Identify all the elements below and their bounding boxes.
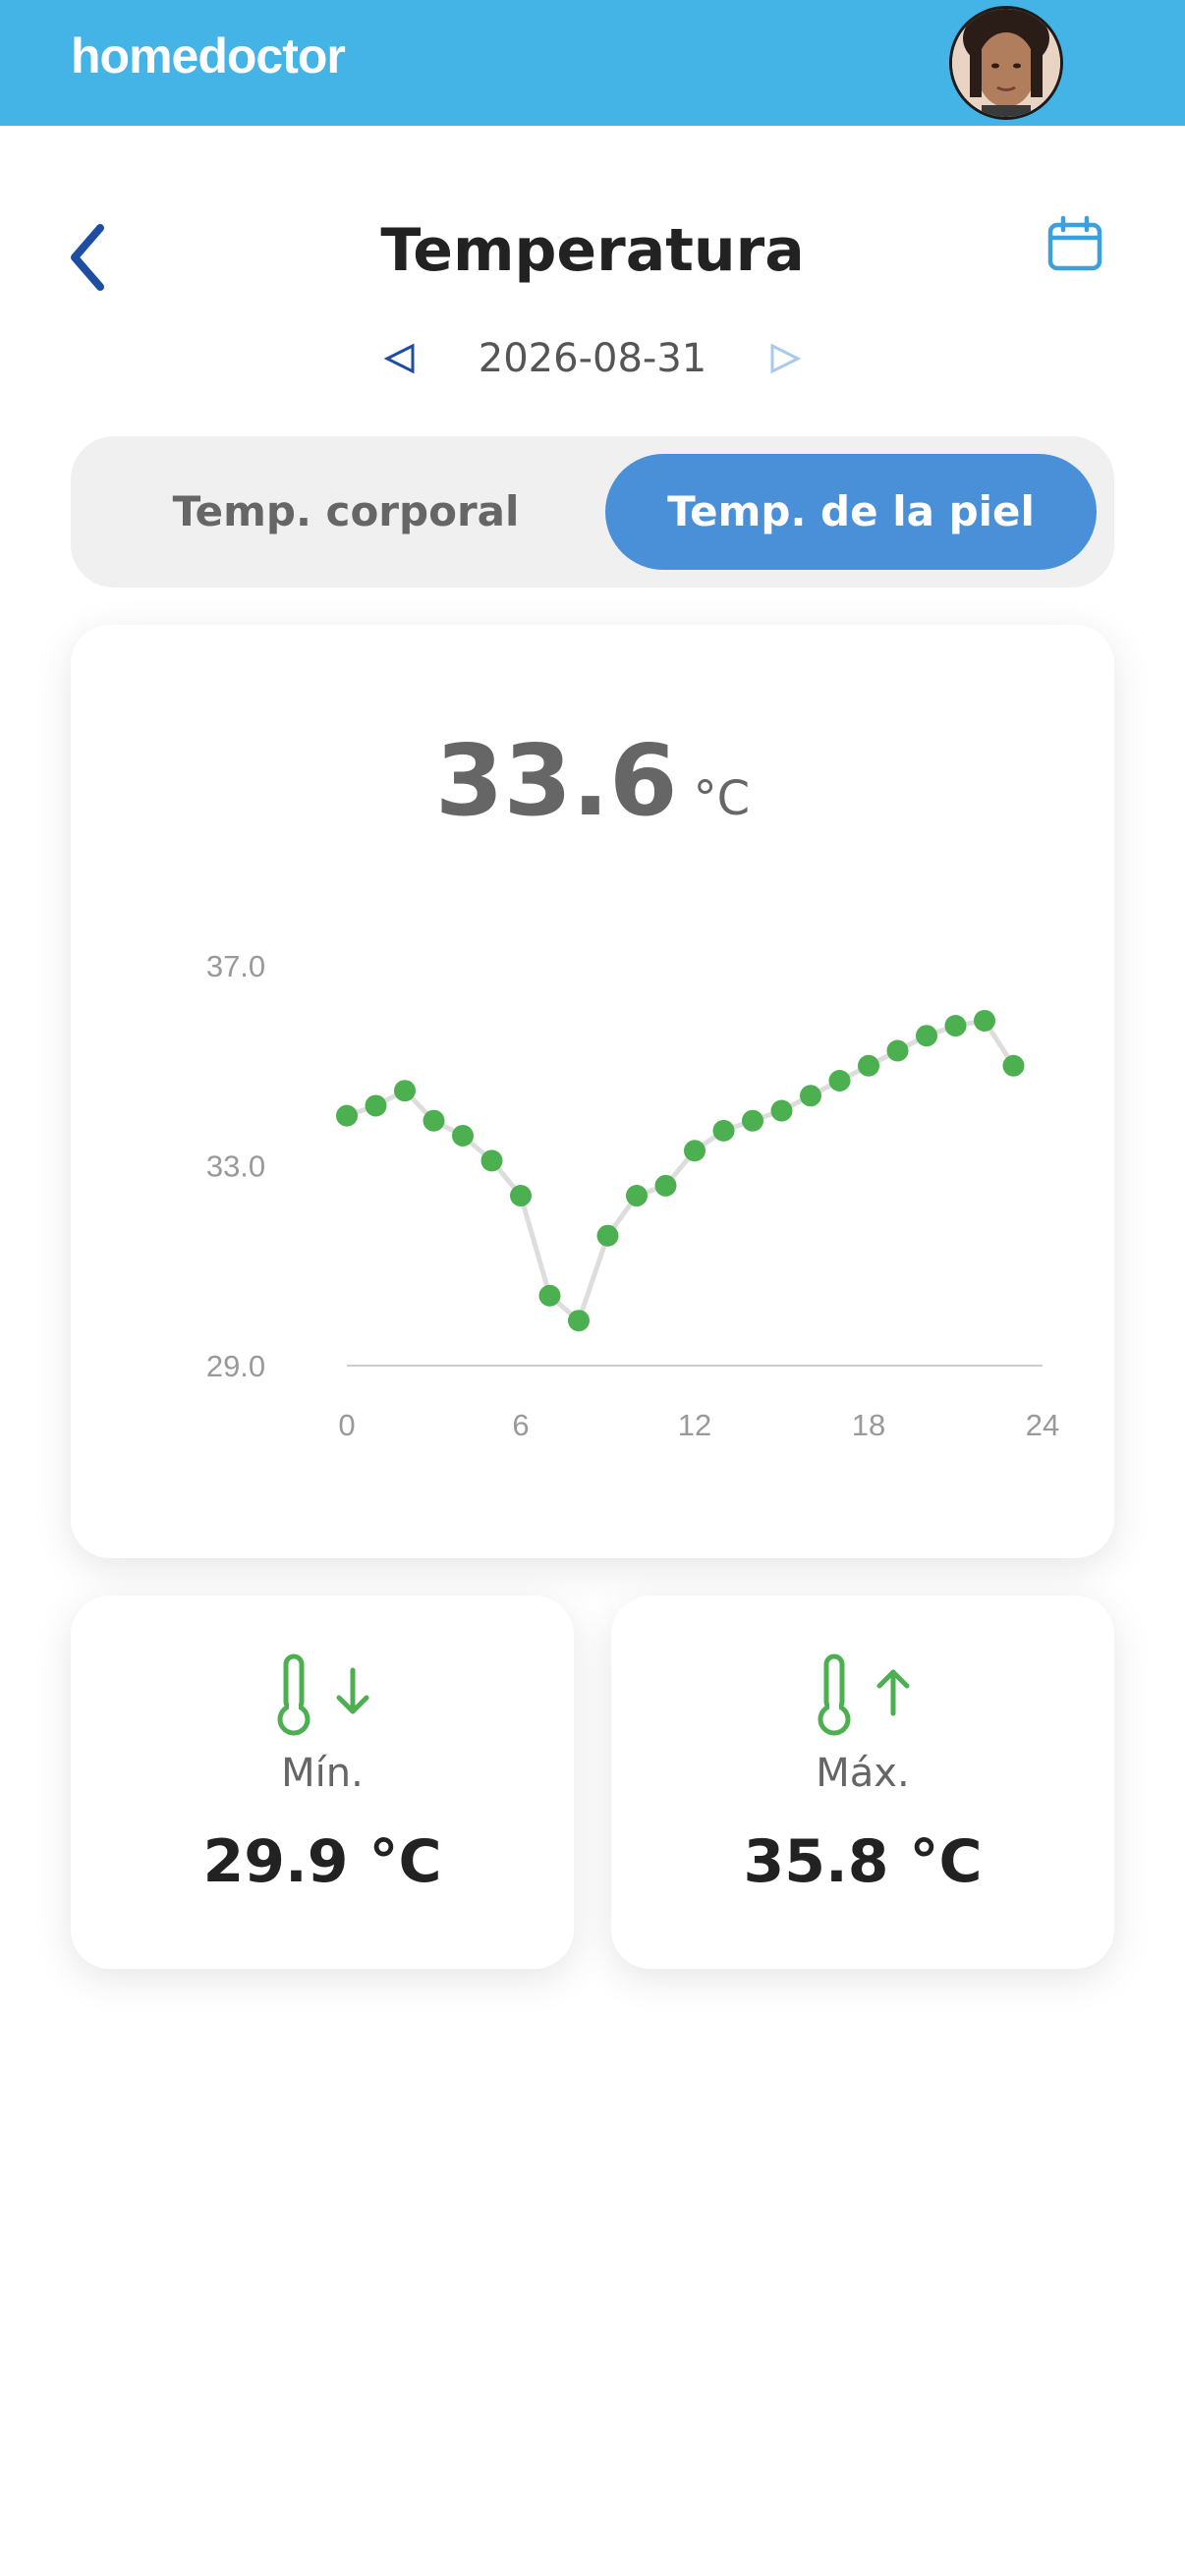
x-tick-label: 6 (512, 1408, 529, 1442)
temperature-chart-card: 33.6 °C 37.0 33.0 29.0 0 6 12 18 24 (71, 625, 1114, 1558)
data-point (452, 1124, 474, 1147)
data-point (770, 1099, 793, 1122)
max-value: 35.8 °C (743, 1827, 983, 1896)
data-point (944, 1015, 967, 1037)
data-point (684, 1140, 705, 1162)
data-point (336, 1104, 358, 1127)
data-point (510, 1185, 532, 1207)
data-point (974, 1009, 995, 1032)
data-point (1002, 1054, 1025, 1077)
data-point (596, 1224, 619, 1247)
data-point (568, 1310, 590, 1332)
app-header: homedoctor (0, 0, 1185, 126)
data-point (423, 1109, 445, 1132)
data-point (828, 1070, 851, 1092)
data-point (742, 1109, 763, 1132)
arrow-down-icon (336, 1667, 369, 1714)
x-tick-label: 18 (852, 1408, 885, 1442)
x-tick-label: 0 (338, 1408, 355, 1442)
user-avatar[interactable] (949, 6, 1063, 120)
y-tick-label: 29.0 (206, 1349, 265, 1383)
y-tick-label: 37.0 (206, 949, 265, 983)
tab-body-temperature[interactable]: Temp. corporal (90, 454, 601, 570)
data-point (712, 1119, 735, 1142)
series-line (346, 1018, 1016, 1323)
y-tick-label: 33.0 (206, 1149, 265, 1184)
x-tick-label: 12 (678, 1408, 711, 1442)
calendar-icon (1047, 215, 1102, 271)
min-icons (71, 1651, 574, 1743)
x-tick-label: 24 (1026, 1408, 1059, 1442)
thermometer-icon (277, 1653, 310, 1736)
temperature-type-tabs: Temp. corporal Temp. de la piel (71, 436, 1114, 588)
min-temperature-card: Mín. 29.9 °C (71, 1596, 574, 1969)
data-point (538, 1284, 561, 1307)
max-label: Máx. (816, 1751, 910, 1796)
current-date: 2026-08-31 (478, 336, 707, 381)
data-point (916, 1025, 937, 1047)
min-value: 29.9 °C (202, 1827, 442, 1896)
data-point (654, 1174, 677, 1197)
next-day-button[interactable] (764, 334, 804, 383)
max-temperature-card: Máx. 35.8 °C (611, 1596, 1114, 1969)
data-point (858, 1054, 879, 1077)
page-title: Temperatura (380, 216, 805, 285)
thermometer-icon (818, 1653, 851, 1736)
data-point (886, 1039, 909, 1062)
data-point (365, 1094, 387, 1117)
data-point (480, 1149, 503, 1172)
data-point (394, 1080, 416, 1102)
tab-skin-temperature[interactable]: Temp. de la piel (605, 454, 1097, 570)
min-label: Mín. (281, 1751, 364, 1796)
calendar-button[interactable] (1045, 214, 1104, 273)
max-icons (611, 1651, 1114, 1743)
triangle-right-icon (770, 343, 802, 374)
arrow-up-icon (876, 1669, 910, 1716)
app-logo: homedoctor (71, 28, 346, 84)
date-navigator: 2026-08-31 (0, 332, 1185, 387)
temperature-chart: 37.0 33.0 29.0 0 6 12 18 24 (206, 949, 1059, 1442)
data-point (800, 1085, 821, 1107)
avatar-image (952, 9, 1060, 117)
data-point (626, 1185, 648, 1207)
